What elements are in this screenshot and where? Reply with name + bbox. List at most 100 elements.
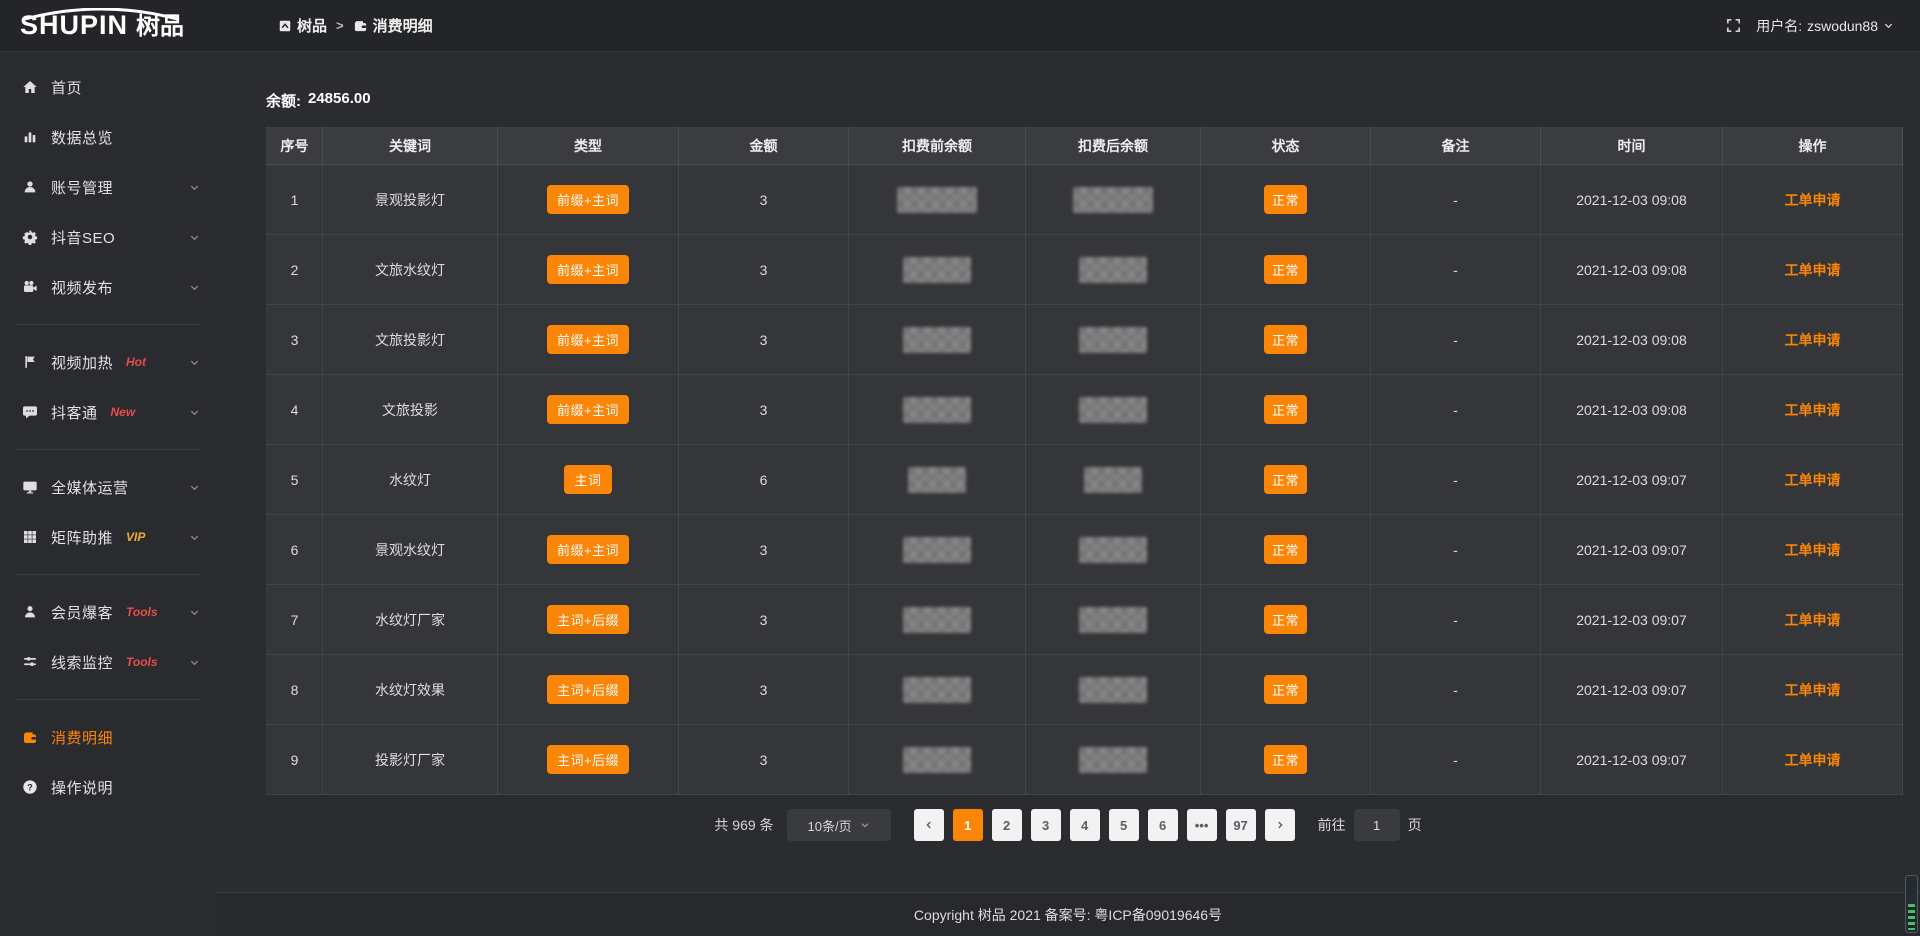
censored-value <box>903 257 971 283</box>
column-header: 金额 <box>679 128 849 165</box>
cell-type: 主词+后缀 <box>498 585 679 655</box>
sidebar-item-douketong[interactable]: 抖客通 New <box>0 387 216 437</box>
cell-action: 工单申请 <box>1723 445 1903 515</box>
cell-time: 2021-12-03 09:08 <box>1541 305 1723 375</box>
wallet-icon <box>22 729 38 745</box>
username-value: zswodun88 <box>1807 18 1878 34</box>
column-header: 类型 <box>498 128 679 165</box>
goto-page-input[interactable] <box>1354 809 1400 841</box>
sidebar-item-instructions[interactable]: ? 操作说明 <box>0 762 216 812</box>
sidebar-item-member-tools[interactable]: 会员爆客 Tools <box>0 587 216 637</box>
sidebar-item-consumption-detail[interactable]: 消费明细 <box>0 712 216 762</box>
cell-balance-before <box>849 375 1026 445</box>
cell-balance-before <box>849 235 1026 305</box>
sidebar-item-lead-monitor[interactable]: 线索监控 Tools <box>0 637 216 687</box>
cell-keyword: 水纹灯 <box>323 445 498 515</box>
work-order-link[interactable]: 工单申请 <box>1785 192 1841 208</box>
cell-index: 6 <box>267 515 323 585</box>
column-header: 关键词 <box>323 128 498 165</box>
cell-balance-after <box>1026 655 1201 725</box>
page-button-5[interactable]: 5 <box>1109 809 1139 841</box>
sidebar-divider <box>16 449 200 450</box>
column-header: 扣费前余额 <box>849 128 1026 165</box>
cell-type: 前缀+主词 <box>498 235 679 305</box>
table-row: 1 景观投影灯 前缀+主词 3 正常 - 2021-12-03 09:08 工单… <box>267 165 1903 235</box>
censored-value <box>903 327 971 353</box>
cell-action: 工单申请 <box>1723 235 1903 305</box>
sidebar-item-video-publish[interactable]: 视频发布 <box>0 262 216 312</box>
work-order-link[interactable]: 工单申请 <box>1785 682 1841 698</box>
work-order-link[interactable]: 工单申请 <box>1785 262 1841 278</box>
work-order-link[interactable]: 工单申请 <box>1785 612 1841 628</box>
chevron-down-icon <box>189 532 200 543</box>
page-button-1[interactable]: 1 <box>953 809 983 841</box>
work-order-link[interactable]: 工单申请 <box>1785 332 1841 348</box>
pagination: 共 969 条 10条/页 1 2 3 4 5 6 ••• 97 前往 页 <box>216 809 1920 841</box>
topbar: SHUPIN 树品 树品 > 消费明细 用户名: zswodun88 <box>0 0 1920 52</box>
sidebar-item-home[interactable]: 首页 <box>0 62 216 112</box>
ellipsis-button[interactable]: ••• <box>1187 809 1217 841</box>
type-badge: 主词 <box>564 465 611 494</box>
next-page-button[interactable] <box>1265 809 1295 841</box>
cell-balance-before <box>849 515 1026 585</box>
breadcrumb: 树品 > 消费明细 <box>278 15 433 36</box>
chevron-down-icon <box>189 657 200 668</box>
cell-type: 主词+后缀 <box>498 725 679 795</box>
cell-action: 工单申请 <box>1723 165 1903 235</box>
sidebar-item-label: 矩阵助推 <box>51 527 113 548</box>
breadcrumb-home-label: 树品 <box>297 15 327 36</box>
sidebar-item-label: 视频加热 <box>51 352 113 373</box>
page-button-4[interactable]: 4 <box>1070 809 1100 841</box>
table-header-row: 序号 关键词 类型 金额 扣费前余额 扣费后余额 状态 备注 时间 操作 <box>267 128 1903 165</box>
wallet-icon <box>353 18 368 33</box>
sidebar-item-data-overview[interactable]: 数据总览 <box>0 112 216 162</box>
sliders-icon <box>22 654 38 670</box>
work-order-link[interactable]: 工单申请 <box>1785 752 1841 768</box>
chevron-down-icon <box>189 282 200 293</box>
flag-icon <box>22 354 38 370</box>
page-button-2[interactable]: 2 <box>992 809 1022 841</box>
censored-value <box>1079 537 1147 563</box>
scrollbar-widget[interactable] <box>1905 875 1918 933</box>
type-badge: 主词+后缀 <box>547 675 629 704</box>
page-size-select[interactable]: 10条/页 <box>787 809 891 841</box>
cell-remark: - <box>1371 235 1541 305</box>
table-row: 3 文旅投影灯 前缀+主词 3 正常 - 2021-12-03 09:08 工单… <box>267 305 1903 375</box>
work-order-link[interactable]: 工单申请 <box>1785 402 1841 418</box>
sidebar-item-matrix-boost[interactable]: 矩阵助推 VIP <box>0 512 216 562</box>
status-badge: 正常 <box>1264 395 1307 424</box>
work-order-link[interactable]: 工单申请 <box>1785 542 1841 558</box>
breadcrumb-current[interactable]: 消费明细 <box>353 15 433 36</box>
page-button-97[interactable]: 97 <box>1226 809 1256 841</box>
page-button-6[interactable]: 6 <box>1148 809 1178 841</box>
user-menu[interactable]: 用户名: zswodun88 <box>1756 16 1894 36</box>
user-icon <box>22 179 38 195</box>
cell-amount: 3 <box>679 655 849 725</box>
work-order-link[interactable]: 工单申请 <box>1785 472 1841 488</box>
cell-keyword: 景观投影灯 <box>323 165 498 235</box>
chevron-down-icon <box>189 232 200 243</box>
cell-amount: 3 <box>679 165 849 235</box>
cell-type: 主词 <box>498 445 679 515</box>
cell-status: 正常 <box>1201 585 1371 655</box>
breadcrumb-home[interactable]: 树品 <box>278 15 327 36</box>
censored-value <box>903 747 971 773</box>
cell-action: 工单申请 <box>1723 585 1903 655</box>
column-header: 时间 <box>1541 128 1723 165</box>
censored-value <box>1079 397 1147 423</box>
sidebar-item-label: 首页 <box>51 77 82 98</box>
cell-remark: - <box>1371 585 1541 655</box>
page-button-3[interactable]: 3 <box>1031 809 1061 841</box>
goto-label: 前往 <box>1318 815 1346 835</box>
cell-balance-before <box>849 445 1026 515</box>
cell-balance-after <box>1026 585 1201 655</box>
prev-page-button[interactable] <box>914 809 944 841</box>
sidebar-item-account[interactable]: 账号管理 <box>0 162 216 212</box>
sidebar-item-label: 消费明细 <box>51 727 113 748</box>
sidebar-item-video-heat[interactable]: 视频加热 Hot <box>0 337 216 387</box>
sidebar-item-douyin-seo[interactable]: 抖音SEO <box>0 212 216 262</box>
sidebar-item-media-operation[interactable]: 全媒体运营 <box>0 462 216 512</box>
chevron-down-icon <box>1883 20 1894 31</box>
fullscreen-icon[interactable] <box>1725 17 1742 34</box>
cell-balance-before <box>849 725 1026 795</box>
